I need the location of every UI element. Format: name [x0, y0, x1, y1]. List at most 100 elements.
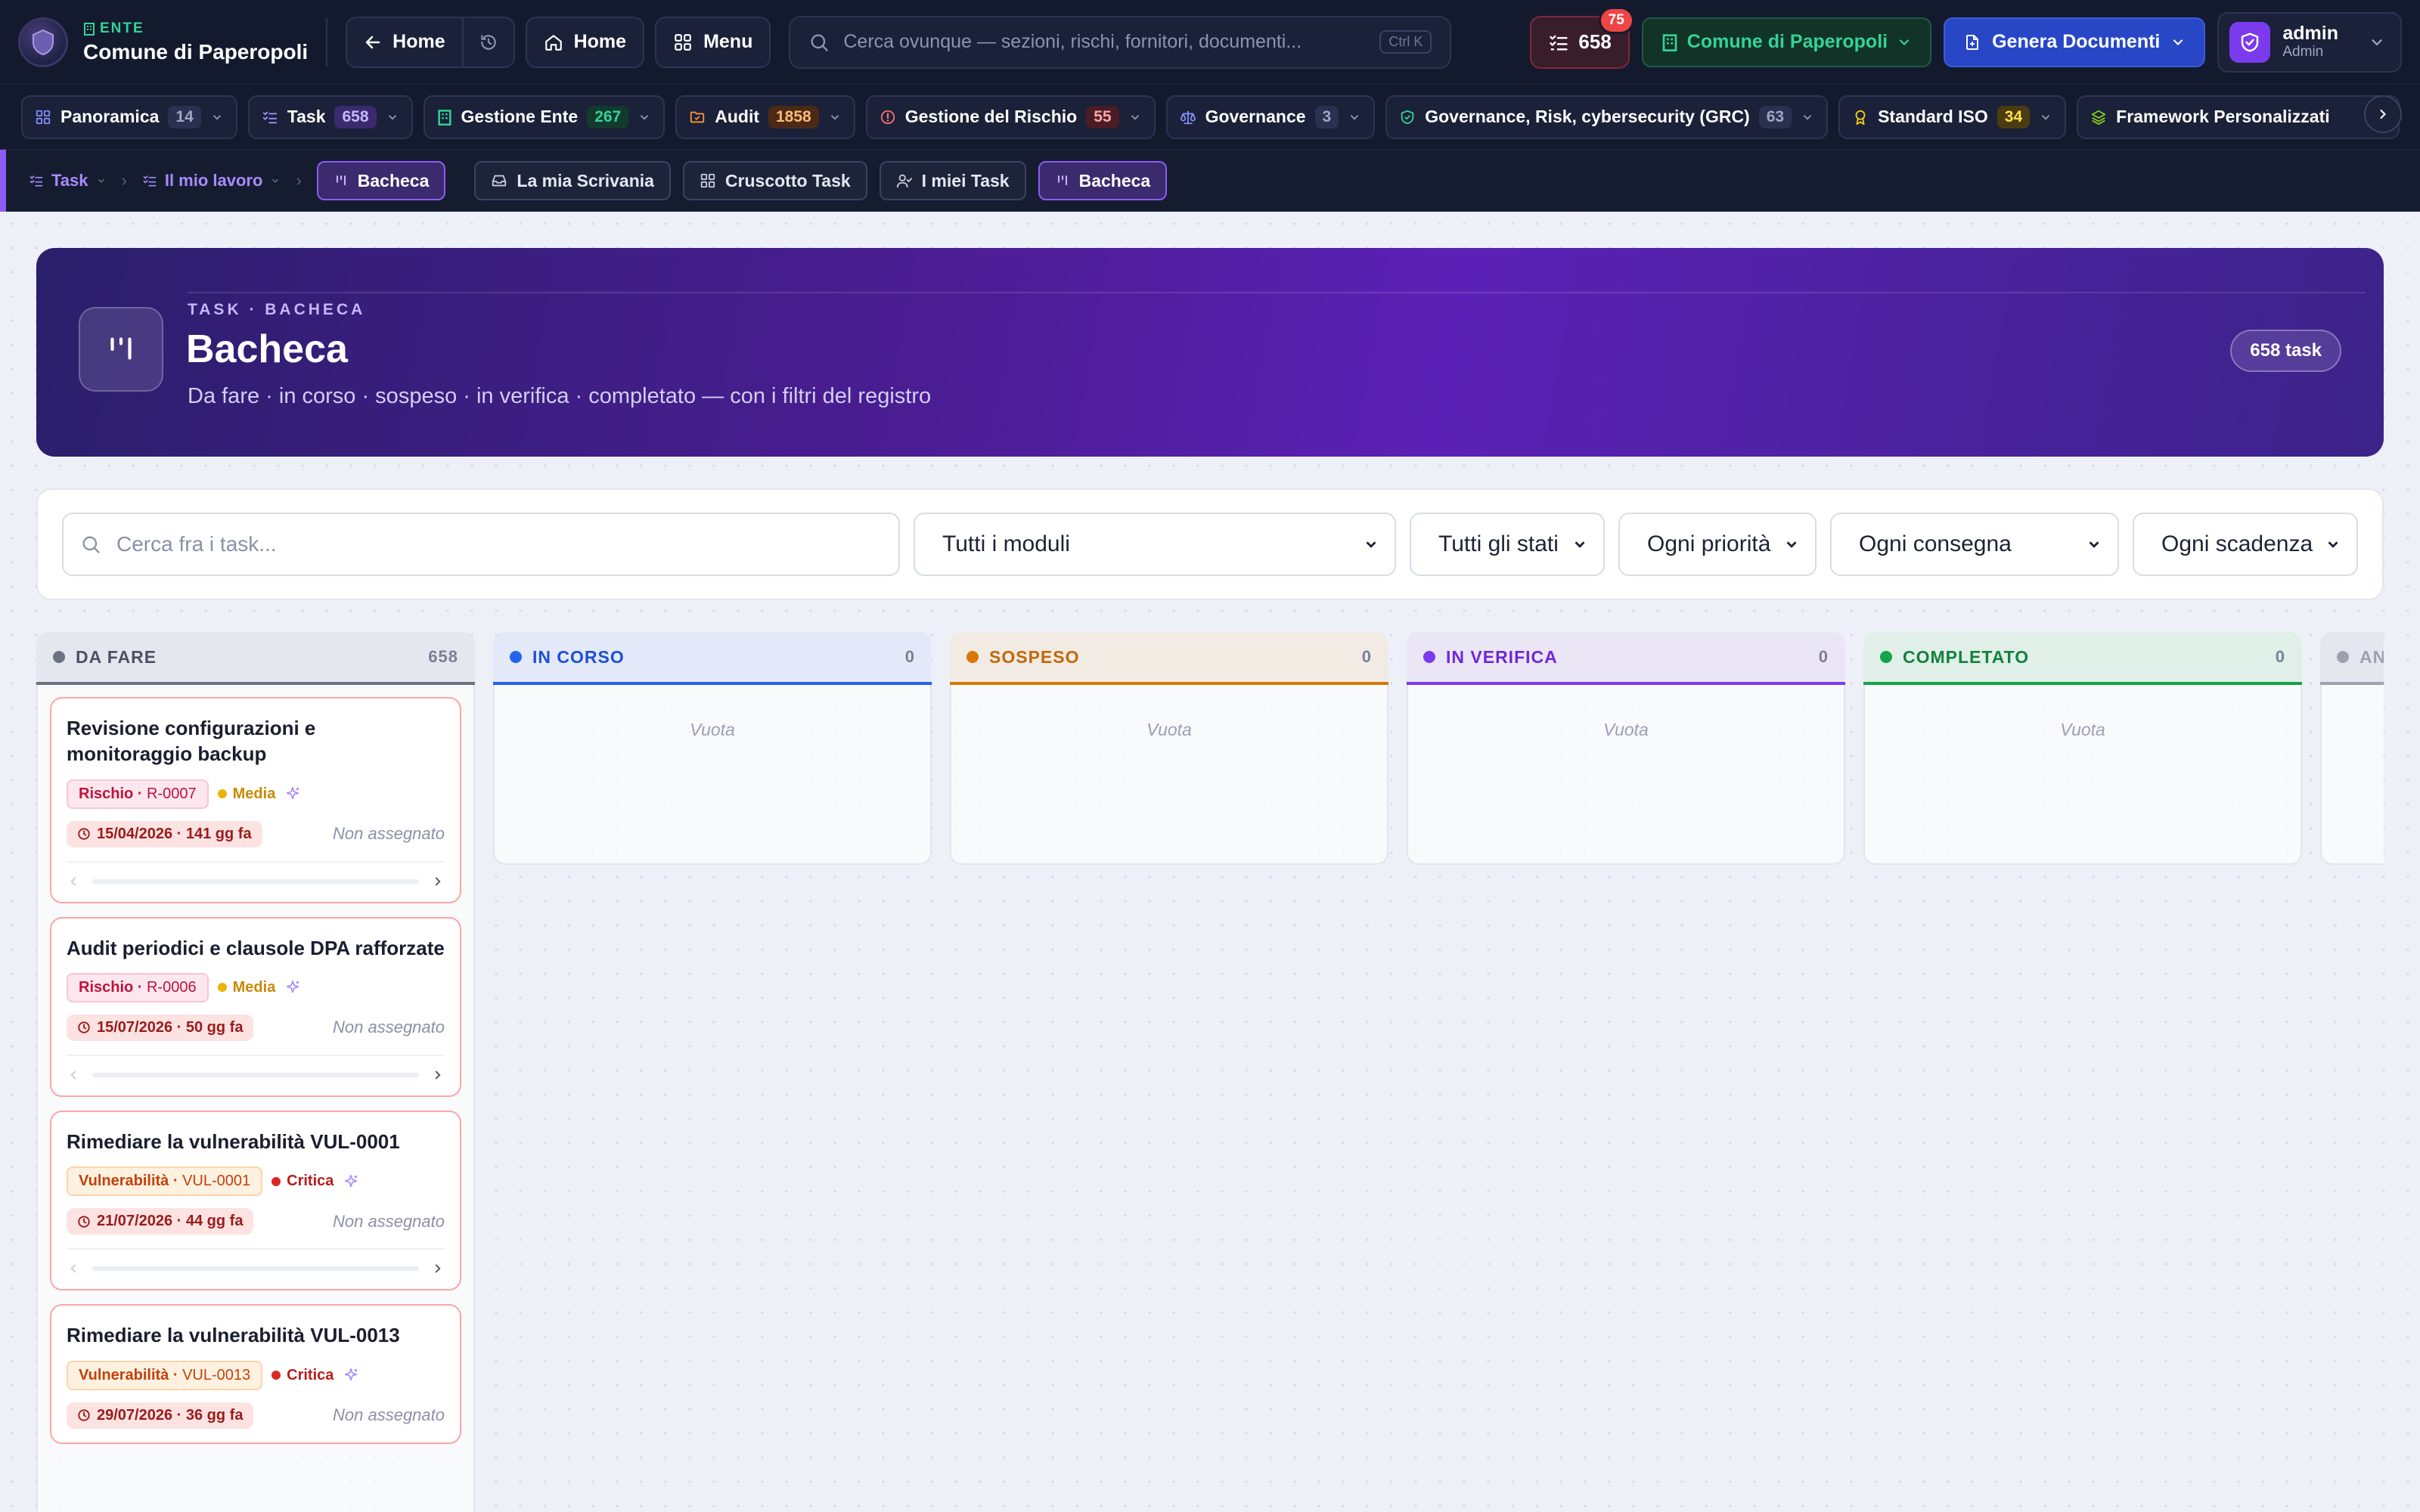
module-tab-count: 14: [168, 105, 201, 129]
deadline-filter[interactable]: Ogni scadenza: [2133, 513, 2358, 576]
crest-icon: [33, 29, 54, 55]
generate-documents-button[interactable]: Genera Documenti: [1944, 17, 2206, 67]
source-type: Vulnerabilità: [79, 1173, 169, 1190]
status-slider-track[interactable]: [92, 1072, 419, 1077]
status-filter[interactable]: Tutti gli stati: [1410, 513, 1605, 576]
folder-icon: [690, 111, 705, 122]
source-id: R-0007: [147, 785, 197, 802]
module-tab-task[interactable]: Task 658: [247, 94, 413, 139]
chevron-left-icon[interactable]: [67, 1262, 80, 1275]
chevron-right-icon[interactable]: [431, 1262, 445, 1275]
module-filter[interactable]: Tutti i moduli: [914, 513, 1396, 576]
column-body: Vuota: [950, 685, 1388, 865]
assignee[interactable]: Non assegnato: [333, 1212, 445, 1232]
task-card[interactable]: Rimediare la vulnerabilità VUL-0013 Vuln…: [50, 1304, 461, 1444]
municipality-logo[interactable]: [18, 17, 68, 67]
module-tab-count: 1858: [768, 105, 819, 129]
status-slider-track[interactable]: [92, 1266, 419, 1272]
back-home-button[interactable]: Home: [347, 18, 461, 67]
list-check-icon: [262, 111, 277, 123]
module-tab-gestione-ente[interactable]: Gestione Ente 267: [423, 94, 666, 139]
tab-la-mia-scrivania[interactable]: La mia Scrivania: [474, 161, 671, 200]
module-tab-count: 63: [1758, 105, 1792, 129]
module-tab-framework[interactable]: Framework Personalizzati: [2077, 94, 2400, 139]
organization-selector[interactable]: Comune di Paperopoli: [1641, 17, 1932, 67]
column-count: 0: [2275, 647, 2285, 666]
module-tab-count: 658: [334, 105, 377, 129]
column-clip: AN: [2320, 632, 2384, 866]
assignee[interactable]: Non assegnato: [333, 824, 445, 844]
breadcrumb-current[interactable]: Bacheca: [316, 161, 446, 200]
sparkle-icon: [287, 787, 299, 800]
source-tag[interactable]: Vulnerabilità · VUL-0001: [67, 1167, 263, 1197]
module-tab-label: Governance, Risk, cybersecurity (GRC): [1425, 107, 1750, 126]
chevron-down-icon: [830, 114, 839, 120]
breadcrumb-task[interactable]: Task: [29, 171, 107, 191]
priority-filter[interactable]: Ogni priorità: [1618, 513, 1817, 576]
module-tab-governance[interactable]: Governance 3: [1165, 94, 1376, 139]
column-body: Vuota: [493, 685, 932, 865]
module-tab-panoramica[interactable]: Panoramica 14: [21, 94, 237, 139]
global-search[interactable]: Ctrl K: [789, 15, 1452, 69]
delivery-filter[interactable]: Ogni consegna: [1830, 513, 2119, 576]
chevron-left-icon[interactable]: [67, 875, 80, 888]
status-slider-track[interactable]: [92, 878, 419, 884]
source-id: R-0006: [147, 978, 197, 996]
task-card[interactable]: Revisione configurazioni e monitoraggio …: [50, 697, 461, 903]
tab-cruscotto-task[interactable]: Cruscotto Task: [682, 161, 867, 200]
assignee[interactable]: Non assegnato: [333, 1405, 445, 1425]
chevron-left-icon[interactable]: [67, 1068, 80, 1082]
task-search-input[interactable]: [116, 532, 882, 556]
module-tab-count: 34: [1996, 105, 2031, 129]
source-tag[interactable]: Vulnerabilità · VUL-0013: [67, 1360, 263, 1390]
status-dot: [966, 651, 979, 663]
module-tab-label: Governance: [1205, 107, 1306, 126]
chevron-down-icon: [2328, 541, 2338, 548]
chevron-down-icon: [1803, 114, 1812, 120]
home-label: Home: [573, 31, 627, 52]
priority-dot: [271, 1371, 281, 1380]
source-tag[interactable]: Rischio · R-0007: [67, 779, 209, 809]
home-button[interactable]: Home: [525, 16, 645, 68]
column-da-fare: DA FARE 658 Revisione configurazioni e m…: [36, 632, 475, 1512]
generate-documents-label: Genera Documenti: [1992, 31, 2161, 52]
breadcrumb-il-mio-lavoro[interactable]: Il mio lavoro: [142, 171, 281, 191]
organization-tag: ENTE: [100, 20, 144, 36]
module-tab-standard-iso[interactable]: Standard ISO 34: [1838, 94, 2067, 139]
sparkle-icon: [345, 1174, 358, 1187]
module-tab-gestione-rischio[interactable]: Gestione del Rischio 55: [865, 94, 1156, 139]
scroll-tabs-right-button[interactable]: [2364, 95, 2402, 133]
clock-icon: [78, 1021, 90, 1034]
assignee[interactable]: Non assegnato: [333, 1018, 445, 1037]
column-count: 0: [904, 647, 915, 666]
tab-i-miei-task[interactable]: I miei Task: [879, 161, 1026, 200]
task-search[interactable]: [62, 513, 900, 576]
task-title: Rimediare la vulnerabilità VUL-0013: [67, 1324, 400, 1347]
history-button[interactable]: [461, 17, 513, 67]
task-card[interactable]: Audit periodici e clausole DPA rafforzat…: [50, 916, 461, 1097]
global-search-input[interactable]: [843, 31, 1367, 53]
module-tab-label: Audit: [715, 107, 759, 126]
source-tag[interactable]: Rischio · R-0006: [67, 972, 209, 1002]
chevron-right-icon[interactable]: [431, 1068, 445, 1082]
list-check-icon: [29, 175, 43, 187]
module-tab-grc[interactable]: Governance, Risk, cybersecurity (GRC) 63: [1385, 94, 1829, 139]
chevron-down-icon: [2173, 39, 2183, 45]
tab-label: La mia Scrivania: [517, 170, 654, 191]
task-card[interactable]: Rimediare la vulnerabilità VUL-0001 Vuln…: [50, 1110, 461, 1291]
module-tab-audit[interactable]: Audit 1858: [675, 94, 855, 139]
chevron-down-icon: [1786, 541, 1797, 548]
due-date-badge: 21/07/2026 · 44 gg fa: [67, 1208, 254, 1235]
priority-filter-value: Ogni priorità: [1647, 531, 1771, 556]
status-dot: [1880, 651, 1892, 663]
priority-label: Media: [217, 979, 275, 996]
organization-name: Comune di Paperopoli: [83, 39, 309, 64]
chevron-right-icon[interactable]: [431, 875, 445, 888]
menu-button[interactable]: Menu: [655, 16, 771, 68]
source-id: VUL-0001: [182, 1173, 251, 1190]
empty-column-label: Vuota: [690, 720, 735, 739]
user-menu[interactable]: admin Admin: [2217, 11, 2402, 73]
tab-bacheca[interactable]: Bacheca: [1038, 161, 1168, 200]
home-icon: [544, 34, 562, 51]
tasks-button[interactable]: 658 75: [1530, 6, 1634, 69]
